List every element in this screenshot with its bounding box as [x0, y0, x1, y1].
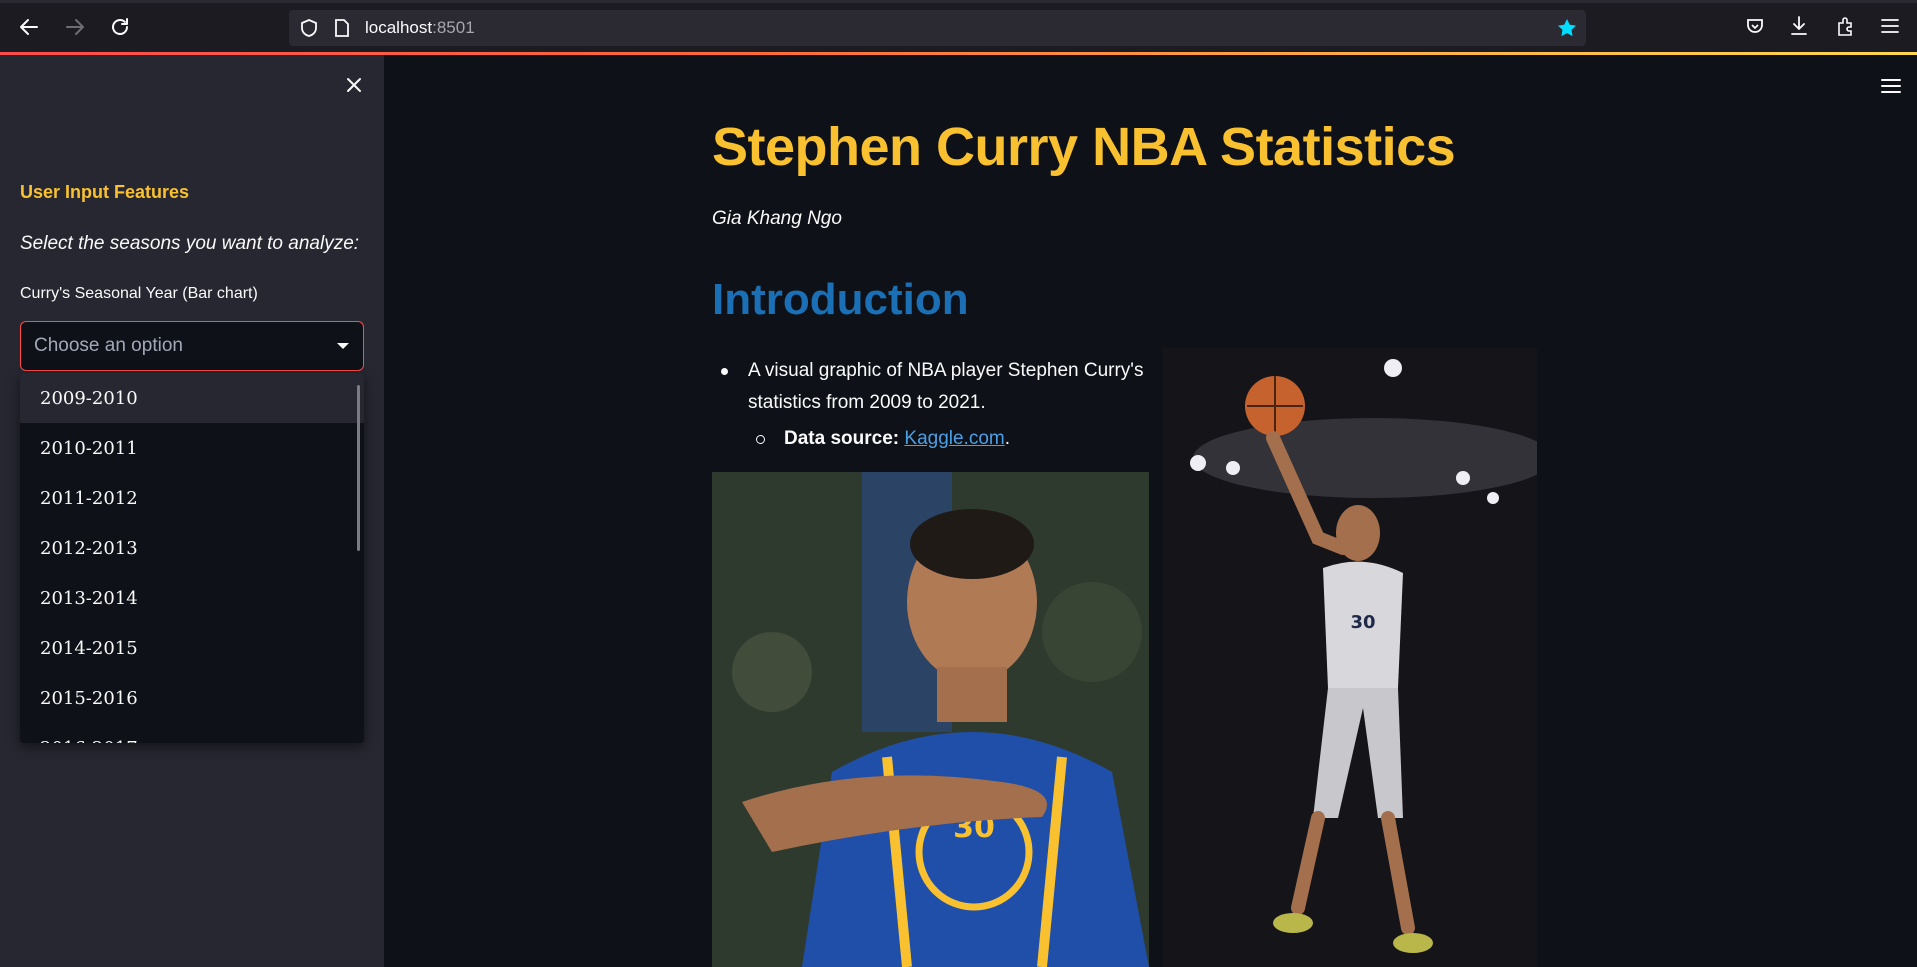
player-closeup-image: 30: [712, 472, 1149, 967]
sidebar-heading: User Input Features: [20, 182, 190, 202]
dropdown-option[interactable]: 2010-2011: [20, 423, 364, 473]
select-label: Curry's Seasonal Year (Bar chart): [20, 285, 258, 302]
data-source-end: .: [1004, 428, 1011, 449]
url-port: :8501: [432, 18, 475, 37]
select-placeholder: Choose an option: [34, 335, 183, 356]
player-layup-image: 30: [1163, 348, 1537, 967]
author-name: Gia Khang Ngo: [712, 208, 842, 229]
downloads-icon[interactable]: [1789, 15, 1809, 37]
dropdown-scrollbar[interactable]: [357, 385, 360, 551]
season-dropdown-list: 2009-2010 2010-2011 2011-2012 2012-2013 …: [20, 373, 364, 743]
address-bar[interactable]: localhost:8501: [289, 10, 1586, 46]
curry-photo-layup: 30: [1163, 348, 1537, 967]
intro-bullet-list: A visual graphic of NBA player Stephen C…: [712, 355, 1152, 455]
dropdown-option[interactable]: 2016-2017: [20, 723, 364, 744]
back-arrow-icon: [20, 19, 38, 35]
curry-photo-closeup: 30: [712, 472, 1149, 967]
back-button[interactable]: [14, 12, 44, 42]
pocket-icon[interactable]: [1745, 16, 1765, 36]
reload-icon: [112, 18, 128, 35]
caret-down-icon[interactable]: [337, 343, 349, 349]
reload-button[interactable]: [105, 12, 135, 42]
url-text: localhost:8501: [365, 18, 475, 38]
svg-text:30: 30: [1350, 612, 1375, 633]
dropdown-option[interactable]: 2009-2010: [20, 373, 364, 423]
dropdown-option[interactable]: 2015-2016: [20, 673, 364, 723]
dropdown-option[interactable]: 2014-2015: [20, 623, 364, 673]
forward-arrow-icon: [66, 19, 84, 35]
shield-icon[interactable]: [299, 18, 319, 38]
season-multiselect[interactable]: Choose an option: [20, 321, 364, 371]
page-title: Stephen Curry NBA Statistics: [712, 117, 1456, 177]
data-source-label: Data source:: [784, 428, 900, 449]
forward-button[interactable]: [60, 12, 90, 42]
sidebar: User Input Features Select the seasons y…: [0, 55, 384, 967]
dropdown-option[interactable]: 2013-2014: [20, 573, 364, 623]
list-item: Data source: Kaggle.com.: [712, 423, 1152, 455]
close-icon[interactable]: [340, 71, 368, 99]
url-host: localhost: [365, 18, 433, 37]
list-item: A visual graphic of NBA player Stephen C…: [712, 355, 1152, 419]
page-icon[interactable]: [333, 18, 351, 38]
bookmark-star-icon[interactable]: [1556, 17, 1578, 39]
dropdown-option[interactable]: 2011-2012: [20, 473, 364, 523]
dropdown-option[interactable]: 2012-2013: [20, 523, 364, 573]
main-menu-icon[interactable]: [1880, 77, 1902, 95]
extensions-icon[interactable]: [1835, 15, 1857, 37]
app-menu-icon[interactable]: [1880, 17, 1900, 35]
section-heading: Introduction: [712, 275, 969, 324]
browser-toolbar: localhost:8501: [0, 0, 1917, 54]
sidebar-prompt: Select the seasons you want to analyze:: [20, 233, 360, 254]
data-source-link[interactable]: Kaggle.com: [904, 428, 1004, 449]
